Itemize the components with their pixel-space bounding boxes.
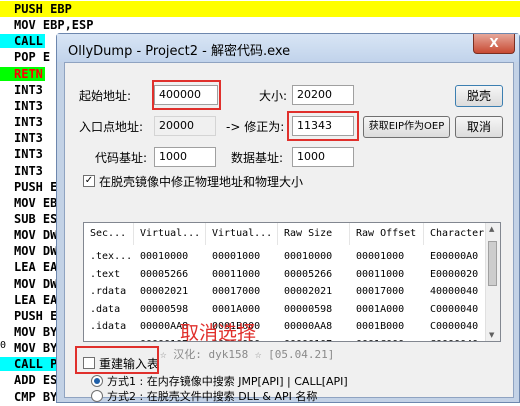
table-cell: 00002021 — [284, 286, 333, 297]
table-cell: 00011000 — [356, 268, 405, 280]
asm-instruction: MOV DW — [14, 244, 58, 259]
table-cell: 00001000 — [356, 251, 405, 262]
table-header-cell[interactable]: Virtual... — [134, 223, 206, 245]
code-base-field[interactable]: 1000 — [154, 147, 216, 167]
table-cell — [84, 336, 134, 342]
table-cell: 0001B000 — [356, 321, 405, 332]
table-cell: .text — [90, 268, 121, 280]
table-header-cell[interactable]: Virtual... — [206, 223, 278, 245]
sections-scrollbar[interactable]: ▲ ▼ — [485, 223, 500, 341]
asm-instruction: CALL P — [0, 357, 60, 372]
start-address-highlight — [152, 80, 221, 110]
asm-instruction: MOV DW — [14, 228, 58, 243]
table-cell: .idata — [90, 321, 127, 332]
fix-raw-checkbox[interactable]: ✓ — [83, 175, 95, 187]
table-cell: 00017000 — [212, 286, 261, 297]
code-base-label: 代码基址: — [95, 151, 148, 165]
table-cell: 00017000 — [356, 286, 405, 297]
table-cell: 00010000 — [284, 251, 333, 262]
table-cell: 00005266 — [140, 268, 189, 280]
method2-radio[interactable] — [91, 390, 103, 402]
method1-radio[interactable] — [91, 375, 103, 387]
asm-instruction: POP E — [14, 50, 51, 65]
table-cell: C0000040 — [424, 336, 494, 342]
size-label: 大小: — [259, 89, 288, 103]
modify-oep-highlight — [287, 111, 359, 141]
table-cell: 00002021 — [140, 286, 189, 297]
get-eip-as-oep-button[interactable]: 获取EIP作为OEP — [363, 116, 450, 138]
cancel-button[interactable]: 取消 — [455, 116, 503, 138]
method2-label: 方式2 : 在脱壳文件中搜索 DLL & API 名称 — [107, 390, 318, 403]
sections-table[interactable]: Sec... Virtual... Virtual... Raw Size Raw Of… — [83, 222, 501, 342]
asm-instruction: MOV EBP,ESP — [14, 18, 94, 33]
size-field[interactable]: 20200 — [292, 85, 354, 105]
asm-instruction: RETN — [0, 66, 45, 81]
asm-instruction: CALL — [0, 34, 45, 49]
asm-instruction: INT3 — [14, 131, 43, 146]
annotation-text: 取消选择 — [180, 322, 257, 344]
table-cell: .data — [90, 303, 121, 315]
table-cell: 00005266 — [284, 268, 333, 280]
data-base-field[interactable]: 1000 — [292, 147, 354, 167]
asm-instruction: INT3 — [14, 82, 43, 97]
table-cell: .rdata — [90, 286, 127, 297]
dump-button[interactable]: 脱壳 — [455, 85, 503, 107]
entry-point-label: 入口点地址: — [79, 120, 144, 134]
credits-text: ☆ 汉化: dyk158 ☆ [05.04.21] — [160, 348, 335, 361]
asm-instruction: MOV BY — [14, 325, 58, 339]
table-header-cell[interactable]: Sec... — [84, 223, 134, 245]
table-cell: 00000107 — [278, 336, 350, 342]
asm-instruction: MOV BY — [14, 341, 58, 356]
asm-instruction: CMP BY — [14, 389, 58, 404]
dialog-titlebar[interactable]: OllyDump - Project2 - 解密代码.exe X — [57, 34, 519, 62]
asm-instruction: PUSH E — [14, 308, 58, 323]
asm-line[interactable]: MOV EBP,ESP — [0, 17, 520, 33]
table-cell: 0001A000 — [356, 303, 405, 315]
scroll-thumb[interactable] — [488, 241, 497, 286]
table-cell: 40000040 — [430, 286, 479, 297]
dialog-title: OllyDump - Project2 - 解密代码.exe — [68, 44, 291, 59]
asm-instruction: PUSH EBP — [14, 2, 72, 16]
asm-instruction: SUB ES — [14, 211, 58, 226]
table-cell: C0000040 — [430, 321, 479, 332]
table-header-cell[interactable]: Characteris — [424, 223, 494, 245]
left-margin-marker: 0 — [0, 340, 7, 351]
asm-instruction: MOV DW — [14, 276, 58, 291]
data-base-label: 数据基址: — [231, 151, 284, 165]
table-cell: 00000AA8 — [284, 321, 333, 332]
table-header-cell[interactable]: Raw Offset — [350, 223, 424, 245]
table-cell: 00011000 — [212, 268, 261, 280]
start-address-label: 起始地址: — [79, 89, 132, 103]
table-cell: 00010000 — [140, 251, 189, 262]
asm-instruction: LEA EA — [14, 260, 58, 275]
scroll-up-icon[interactable]: ▲ — [489, 225, 494, 233]
scroll-down-icon[interactable]: ▼ — [489, 331, 494, 339]
table-cell: 00001000 — [212, 251, 261, 262]
asm-instruction: LEA EA — [14, 292, 58, 307]
rebuild-import-highlight — [75, 346, 159, 374]
entry-point-field: 20000 — [154, 116, 216, 136]
table-cell: C0000040 — [430, 303, 479, 315]
close-button[interactable]: X — [473, 34, 515, 54]
table-cell: 0001A000 — [212, 303, 261, 315]
asm-instruction: INT3 — [14, 115, 43, 130]
table-cell: .tex... — [90, 251, 133, 262]
asm-line[interactable]: PUSH EBP — [0, 1, 520, 17]
asm-instruction: INT3 — [14, 98, 43, 113]
asm-instruction: INT3 — [14, 147, 43, 162]
table-header-cell[interactable]: Raw Size — [278, 223, 350, 245]
asm-instruction: ADD ES — [14, 373, 58, 388]
asm-instruction: INT3 — [14, 163, 43, 178]
table-cell: 00000598 — [140, 303, 189, 315]
method1-label: 方式1 : 在内存镜像中搜索 JMP[API] | CALL[API] — [107, 375, 348, 388]
modify-to-label: -> 修正为: — [226, 120, 285, 134]
table-cell: E0000020 — [430, 268, 479, 280]
table-cell: 0001C000 — [350, 336, 424, 342]
table-cell: E00000A0 — [430, 251, 479, 262]
asm-instruction: PUSH E — [14, 179, 58, 194]
fix-raw-label: 在脱壳镜像中修正物理地址和物理大小 — [99, 175, 304, 189]
asm-instruction: MOV EB — [14, 195, 58, 210]
table-cell: 00000598 — [284, 303, 333, 315]
